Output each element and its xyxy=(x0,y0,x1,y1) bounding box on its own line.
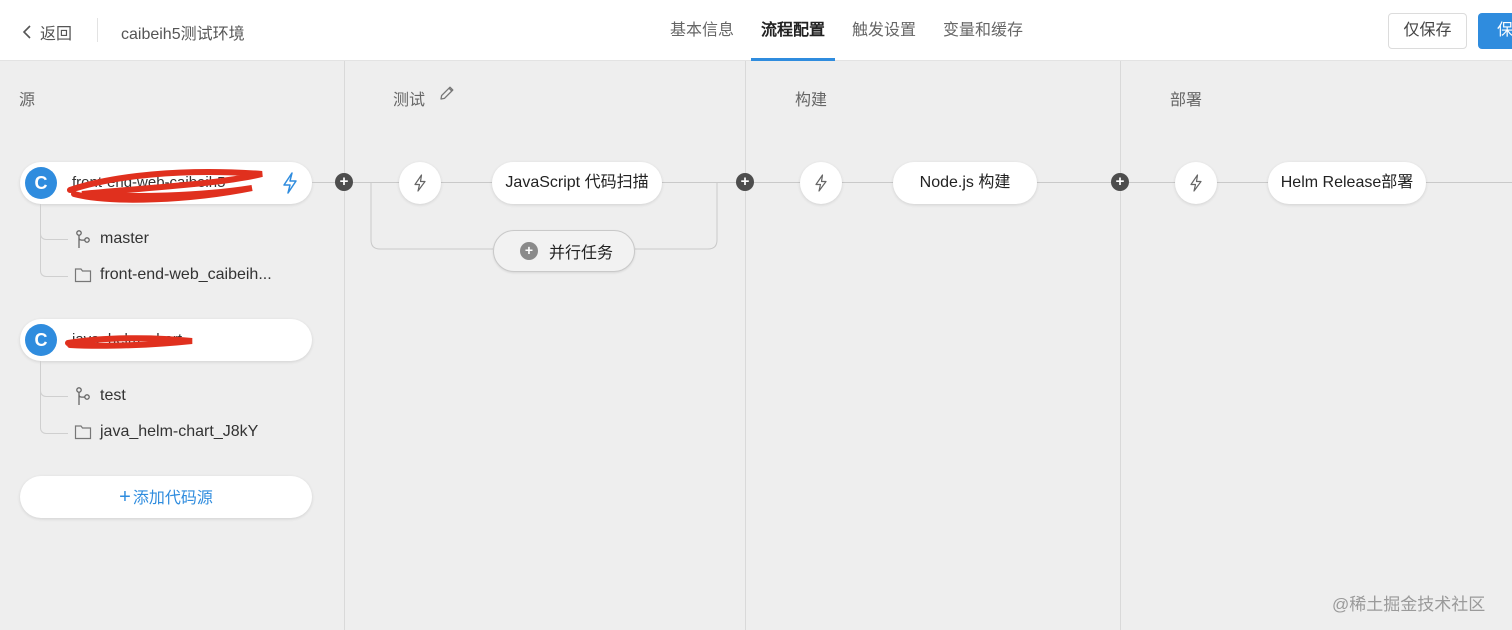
folder-icon xyxy=(74,268,92,283)
folder-icon xyxy=(74,425,92,440)
tab-basic-info[interactable]: 基本信息 xyxy=(660,0,744,61)
pencil-icon[interactable] xyxy=(438,84,456,102)
plus-icon: + xyxy=(119,486,131,508)
source-card[interactable]: C java_helm_chart xyxy=(20,319,312,361)
plus-circle-icon: + xyxy=(520,242,538,260)
stage-label-test: 测试 xyxy=(393,92,426,109)
add-parallel-task-button[interactable]: + 并行任务 xyxy=(493,230,635,272)
source-card[interactable]: C front-end-web-caibeih5 xyxy=(20,162,312,204)
save-button[interactable]: 保 xyxy=(1478,13,1512,49)
trigger-node[interactable] xyxy=(800,162,842,204)
tab-trigger-settings[interactable]: 触发设置 xyxy=(842,0,926,61)
task-javascript-scan[interactable]: JavaScript 代码扫描 xyxy=(492,162,662,204)
add-source-label: 添加代码源 xyxy=(132,490,213,507)
top-bar: 返回 caibeih5测试环境 基本信息 流程配置 触发设置 变量和缓存 仅保存… xyxy=(0,0,1512,61)
watermark: @稀土掘金技术社区 xyxy=(1332,595,1486,614)
tree-connector xyxy=(40,361,68,434)
lightning-icon xyxy=(1190,174,1202,192)
add-source-button[interactable]: + 添加代码源 xyxy=(20,476,312,518)
git-branch-icon xyxy=(76,387,90,405)
save-only-button[interactable]: 仅保存 xyxy=(1388,13,1467,49)
repo-path-item: front-end-web_caibeih... xyxy=(74,266,272,284)
stage-label-build: 构建 xyxy=(795,92,828,109)
lightning-icon xyxy=(414,174,426,192)
add-stage-button[interactable]: + xyxy=(335,173,353,191)
repo-path: front-end-web_caibeih... xyxy=(100,266,272,283)
trigger-node[interactable] xyxy=(1175,162,1217,204)
column-divider xyxy=(344,61,345,630)
branch-item: master xyxy=(74,229,149,249)
trigger-node[interactable] xyxy=(399,162,441,204)
header-divider xyxy=(97,18,98,42)
lightning-icon xyxy=(815,174,827,192)
branch-name: test xyxy=(100,387,126,404)
pipeline-title: caibeih5测试环境 xyxy=(121,26,245,43)
task-helm-release-deploy[interactable]: Helm Release部署 xyxy=(1268,162,1426,204)
task-nodejs-build[interactable]: Node.js 构建 xyxy=(893,162,1037,204)
tree-connector xyxy=(40,204,68,277)
back-button[interactable]: 返回 xyxy=(22,20,72,44)
add-stage-button[interactable]: + xyxy=(736,173,754,191)
parallel-task-label: 并行任务 xyxy=(549,245,614,262)
branch-name: master xyxy=(100,230,149,247)
chevron-left-icon xyxy=(22,25,31,39)
column-divider xyxy=(745,61,746,630)
tab-pipeline-config[interactable]: 流程配置 xyxy=(751,0,836,61)
redaction-scribble xyxy=(65,335,193,349)
tab-variables-cache[interactable]: 变量和缓存 xyxy=(933,0,1033,61)
back-label: 返回 xyxy=(40,26,73,43)
repo-path-item: java_helm-chart_J8kY xyxy=(74,423,258,441)
stage-label-source: 源 xyxy=(19,92,36,109)
branch-item: test xyxy=(74,386,126,406)
git-branch-icon xyxy=(76,230,90,248)
add-stage-button[interactable]: + xyxy=(1111,173,1129,191)
repo-path: java_helm-chart_J8kY xyxy=(100,423,259,440)
stage-label-deploy: 部署 xyxy=(1170,92,1203,109)
column-divider xyxy=(1120,61,1121,630)
lightning-icon[interactable] xyxy=(282,172,298,194)
tab-bar: 基本信息 流程配置 触发设置 变量和缓存 xyxy=(660,0,1040,61)
redaction-scribble xyxy=(67,168,263,203)
repo-logo-icon: C xyxy=(25,324,57,356)
